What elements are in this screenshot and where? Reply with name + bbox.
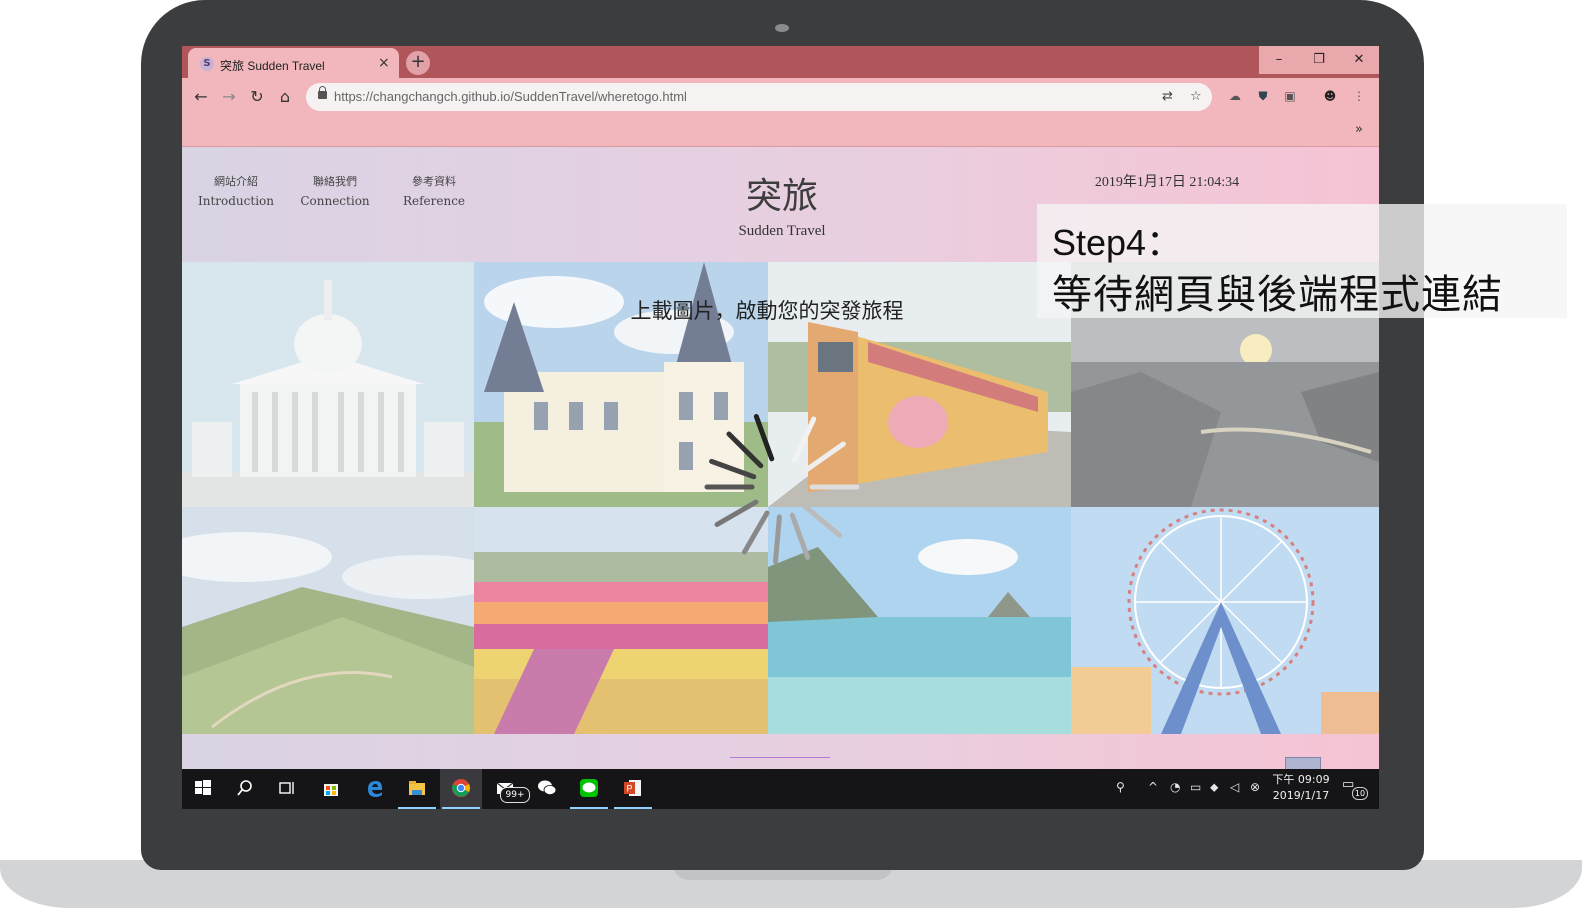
running-indicator (398, 807, 436, 809)
volume-icon[interactable]: ◁ (1230, 780, 1239, 794)
webcam (775, 24, 789, 32)
nav-connection-zh: 聯絡我們 (313, 175, 357, 188)
nav-introduction-en: Introduction (198, 194, 274, 208)
powerpoint-icon: P (624, 780, 641, 796)
taskbar-store[interactable] (310, 769, 352, 809)
bookmarks-overflow-icon[interactable]: » (1355, 122, 1363, 137)
home-icon[interactable]: ⌂ (274, 86, 296, 108)
browser-menu-icon[interactable]: ⋮ (1350, 87, 1368, 105)
laptop-screen: S 突旅 Sudden Travel × + – ❐ ✕ ← → ↻ ⌂ htt… (182, 46, 1379, 809)
nav-introduction-link[interactable]: 網站介紹 Introduction (191, 173, 281, 208)
nav-introduction-zh: 網站介紹 (214, 175, 258, 188)
reload-icon[interactable]: ↻ (246, 86, 268, 108)
nav-connection-link[interactable]: 聯絡我們 Connection (290, 173, 380, 208)
bookmarks-bar: » (182, 116, 1379, 147)
tab-close-icon[interactable]: × (378, 55, 390, 71)
store-bag-icon (324, 784, 338, 796)
taskbar-date: 2019/1/17 (1272, 789, 1330, 802)
line-messenger-icon (580, 779, 598, 797)
taskbar-wechat[interactable] (526, 769, 568, 809)
dropbox-icon[interactable]: ⬥ (1210, 780, 1218, 795)
folder-icon (409, 781, 425, 795)
restore-button[interactable]: ❐ (1299, 46, 1339, 74)
forward-arrow-icon[interactable]: → (218, 86, 240, 108)
browser-toolbar: ← → ↻ ⌂ https://changchangch.github.io/S… (182, 78, 1379, 116)
edge-browser-icon (368, 781, 382, 797)
taskbar-time: 下午 09:09 (1272, 773, 1330, 786)
search-button[interactable] (224, 769, 266, 809)
close-circle-icon[interactable]: ⊗ (1250, 780, 1260, 794)
close-window-button[interactable]: ✕ (1339, 46, 1379, 74)
page-datetime: 2019年1月17日 21:04:34 (1094, 175, 1240, 190)
wechat-icon (538, 780, 557, 795)
translate-icon[interactable]: ⇄ (1162, 89, 1173, 104)
taskbar-line[interactable] (568, 769, 610, 809)
url-text[interactable]: https://changchangch.github.io/SuddenTra… (334, 89, 687, 104)
task-view-button[interactable] (266, 769, 308, 809)
lock-icon (318, 86, 327, 99)
running-indicator (442, 807, 480, 809)
notification-count-badge: 10 (1352, 787, 1368, 800)
step-description: 等待網頁與後端程式連結 (1052, 272, 1503, 318)
taskbar-chrome[interactable] (440, 769, 482, 809)
site-logo-zh[interactable]: 突旅 (702, 167, 862, 219)
site-logo-en: Sudden Travel (738, 223, 826, 239)
taskbar-clock[interactable]: 下午 09:09 2019/1/17 (1260, 772, 1342, 804)
bookmark-star-icon[interactable]: ☆ (1190, 89, 1202, 104)
show-hidden-icons-chevron-icon[interactable]: ^ (1148, 780, 1158, 794)
svg-text:P: P (626, 784, 632, 794)
extension-cloud-icon[interactable]: ☁ (1226, 87, 1244, 105)
running-indicator (570, 807, 608, 809)
minimize-button[interactable]: – (1259, 46, 1299, 74)
windows-taskbar: 99+ P ⚲ ^ ◔ ▭ ⬥ ◁ ⊗ 下午 09:09 2019/1/17 ▭… (182, 769, 1379, 809)
running-indicator (614, 807, 652, 809)
wifi-icon[interactable]: ◔ (1170, 780, 1180, 794)
chrome-browser-icon (452, 779, 470, 797)
taskbar-file-explorer[interactable] (396, 769, 438, 809)
address-bar[interactable]: https://changchangch.github.io/SuddenTra… (306, 83, 1212, 111)
search-icon (237, 780, 252, 796)
taskbar-powerpoint[interactable]: P (612, 769, 654, 809)
tab-title: 突旅 Sudden Travel (220, 59, 325, 73)
extension-shield-icon[interactable]: ⛊ (1254, 87, 1272, 105)
divider-line (730, 757, 830, 758)
nav-connection-en: Connection (300, 194, 370, 208)
loading-spinner-icon (704, 414, 860, 565)
browser-tab[interactable]: S 突旅 Sudden Travel × (188, 48, 399, 78)
upload-prompt: 上載圖片，啟動您的突發旅程 (630, 299, 904, 323)
profile-avatar-icon[interactable]: ☻ (1321, 87, 1339, 105)
nav-reference-zh: 參考資料 (412, 175, 456, 188)
start-button[interactable] (182, 769, 224, 809)
taskbar-mail[interactable]: 99+ (484, 769, 530, 809)
extension-screen-icon[interactable]: ▣ (1281, 87, 1299, 105)
back-arrow-icon[interactable]: ← (190, 86, 212, 108)
windows-logo-icon (195, 780, 211, 795)
nav-reference-link[interactable]: 參考資料 Reference (389, 173, 479, 208)
browser-tabstrip: S 突旅 Sudden Travel × + – ❐ ✕ (182, 46, 1379, 78)
action-center-button[interactable]: ▭ 10 (1342, 777, 1368, 800)
new-tab-button[interactable]: + (406, 51, 430, 75)
site-favicon-icon: S (200, 57, 214, 71)
step-label: Step4： (1052, 222, 1183, 263)
people-icon[interactable]: ⚲ (1116, 780, 1125, 794)
nav-reference-en: Reference (402, 194, 466, 208)
battery-icon[interactable]: ▭ (1190, 780, 1201, 794)
task-view-icon (279, 782, 294, 794)
taskbar-edge[interactable] (354, 769, 396, 809)
